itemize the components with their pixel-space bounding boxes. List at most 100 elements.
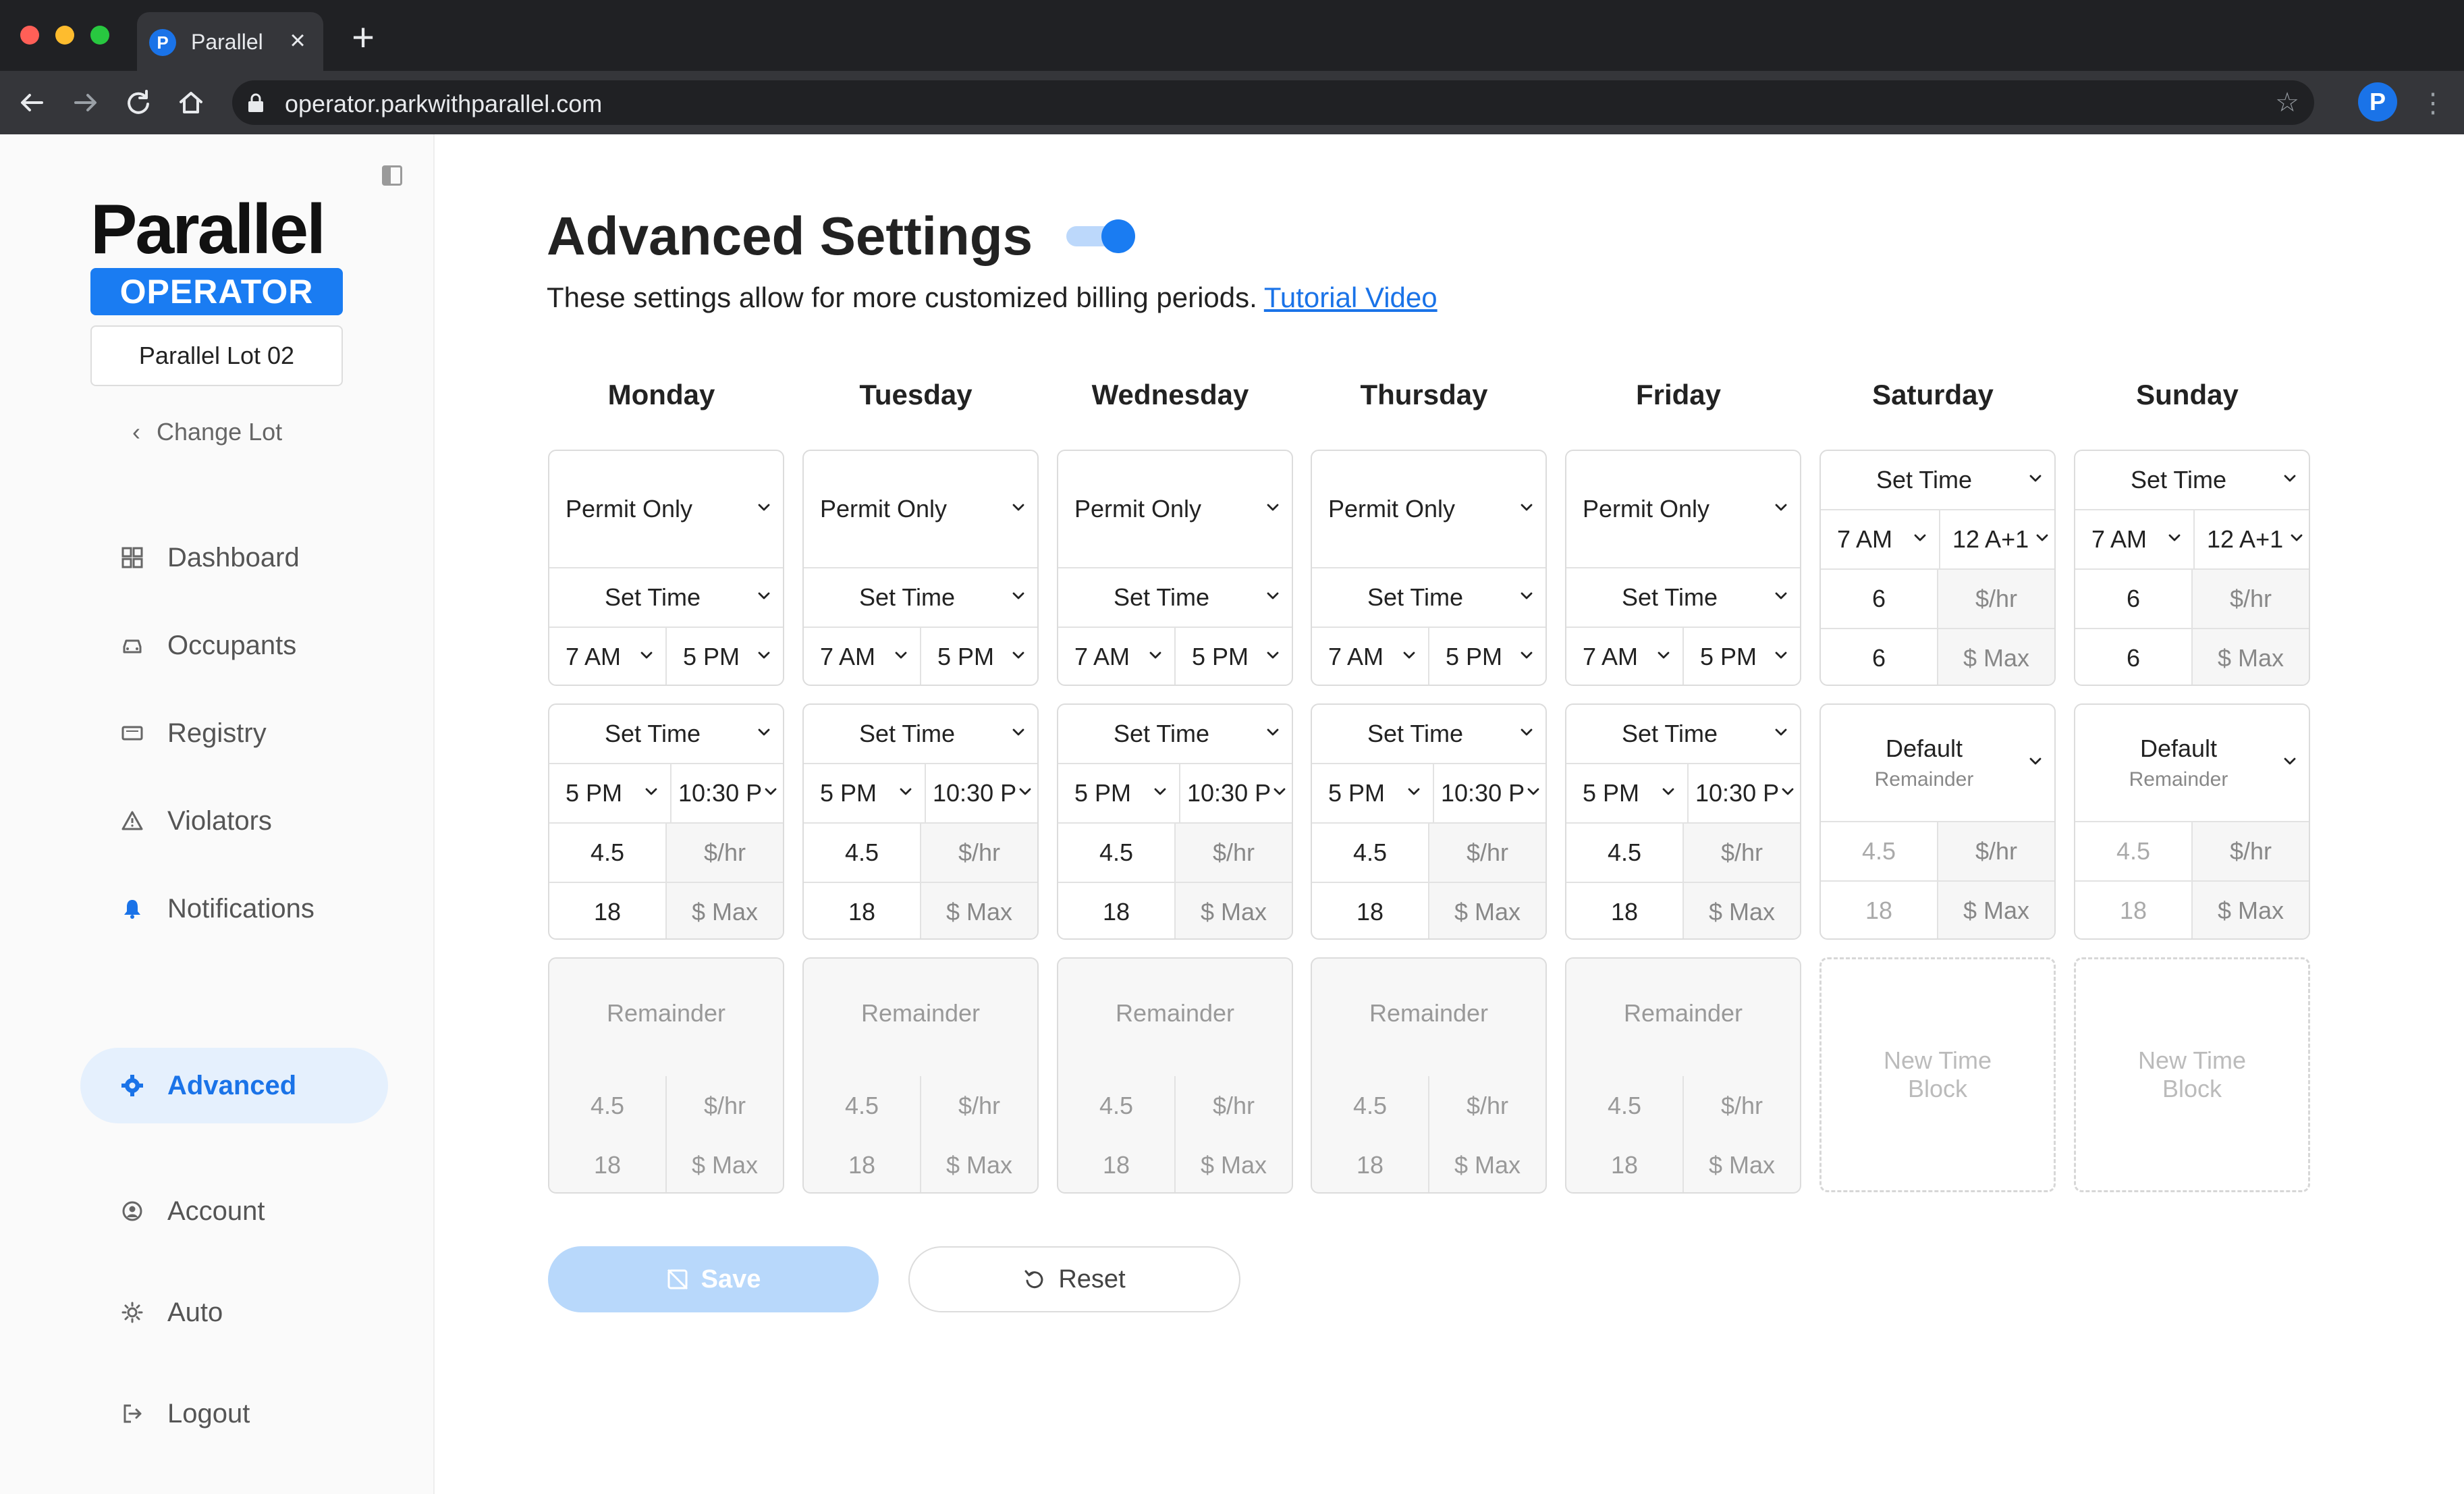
mode-select[interactable]: Permit Only xyxy=(549,451,783,567)
new-time-block-button-day-6[interactable]: New Time Block xyxy=(1819,957,2056,1192)
new-tab-button[interactable]: + xyxy=(346,18,381,57)
start-time-select[interactable]: 5 PM xyxy=(804,764,925,822)
max-input[interactable]: 18 xyxy=(804,1136,920,1192)
browser-menu-icon[interactable]: ⋮ xyxy=(2419,84,2446,122)
end-time-select[interactable]: 10:30 P xyxy=(925,764,1037,822)
bookmark-star-icon[interactable]: ☆ xyxy=(2275,87,2299,118)
block-type-select[interactable]: Set Time xyxy=(549,568,783,626)
max-input[interactable]: 18 xyxy=(804,883,920,938)
rate-input[interactable]: 4.5 xyxy=(1821,822,1937,880)
close-tab-icon[interactable]: × xyxy=(284,27,311,54)
rate-input[interactable]: 4.5 xyxy=(1058,1076,1174,1136)
max-input[interactable]: 18 xyxy=(1821,882,1937,938)
mode-select[interactable]: Permit Only xyxy=(1058,451,1292,567)
end-time-select[interactable]: 10:30 P xyxy=(1433,764,1545,822)
reset-button[interactable]: Reset xyxy=(908,1246,1240,1312)
block-type-select[interactable]: Set Time xyxy=(549,705,783,763)
block-type-select[interactable]: Set Time xyxy=(1312,568,1545,626)
home-icon[interactable] xyxy=(174,86,208,119)
sidebar-item-advanced[interactable]: Advanced xyxy=(121,1062,296,1109)
profile-avatar[interactable]: P xyxy=(2358,82,2397,122)
new-time-block-button-day-7[interactable]: New Time Block xyxy=(2074,957,2310,1192)
start-time-select[interactable]: 5 PM xyxy=(549,764,670,822)
start-time-select[interactable]: 7 AM xyxy=(1566,628,1682,685)
max-input[interactable]: 18 xyxy=(1312,1136,1428,1192)
sidebar-item-violators[interactable]: Violators xyxy=(121,797,272,845)
rate-input[interactable]: 4.5 xyxy=(804,1076,920,1136)
max-input[interactable]: 18 xyxy=(549,1136,665,1192)
end-time-select[interactable]: 10:30 P xyxy=(670,764,783,822)
block-type-select[interactable]: Set Time xyxy=(1566,705,1800,763)
end-time-select[interactable]: 5 PM xyxy=(665,628,783,685)
save-button[interactable]: Save xyxy=(548,1246,879,1312)
sidebar-item-logout[interactable]: Logout xyxy=(121,1390,250,1437)
start-time-select[interactable]: 7 AM xyxy=(1821,510,1939,568)
end-time-select[interactable]: 10:30 P xyxy=(1179,764,1292,822)
address-bar[interactable]: operator.parkwithparallel.com ☆ xyxy=(232,80,2314,125)
sidebar-item-dashboard[interactable]: Dashboard xyxy=(121,534,300,581)
start-time-select[interactable]: 7 AM xyxy=(549,628,665,685)
max-input[interactable]: 18 xyxy=(1058,1136,1174,1192)
rate-input[interactable]: 4.5 xyxy=(549,824,665,882)
max-input[interactable]: 6 xyxy=(2075,629,2191,685)
start-time-select[interactable]: 7 AM xyxy=(2075,510,2193,568)
end-time-select[interactable]: 5 PM xyxy=(920,628,1037,685)
browser-tab[interactable]: P Parallel × xyxy=(137,12,323,71)
maximize-window-button[interactable] xyxy=(90,26,109,45)
end-time-select[interactable]: 5 PM xyxy=(1428,628,1545,685)
max-input[interactable]: 18 xyxy=(549,883,665,938)
max-input[interactable]: 18 xyxy=(2075,882,2191,938)
mode-select[interactable]: Permit Only xyxy=(1566,451,1800,567)
collapse-sidebar-icon[interactable] xyxy=(382,165,402,186)
sidebar-item-occupants[interactable]: Occupants xyxy=(121,622,296,669)
block-type-select[interactable]: Set Time xyxy=(1821,451,2054,509)
rate-input[interactable]: 4.5 xyxy=(804,824,920,882)
rate-input[interactable]: 6 xyxy=(1821,570,1937,628)
start-time-select[interactable]: 5 PM xyxy=(1312,764,1433,822)
block-type-select[interactable]: Set Time xyxy=(1058,568,1292,626)
back-arrow-icon[interactable] xyxy=(15,86,49,119)
block-type-select[interactable]: Set Time xyxy=(2075,451,2309,509)
max-input[interactable]: 18 xyxy=(1058,883,1174,938)
start-time-select[interactable]: 7 AM xyxy=(804,628,920,685)
max-input[interactable]: 18 xyxy=(1566,1136,1682,1192)
minimize-window-button[interactable] xyxy=(55,26,74,45)
advanced-settings-toggle[interactable] xyxy=(1066,219,1135,253)
block-type-select[interactable]: Set Time xyxy=(804,705,1037,763)
block-type-select[interactable]: Default Remainder xyxy=(2075,705,2309,821)
max-input[interactable]: 6 xyxy=(1821,629,1937,685)
mode-select[interactable]: Permit Only xyxy=(1312,451,1545,567)
rate-input[interactable]: 4.5 xyxy=(1566,824,1682,882)
rate-input[interactable]: 4.5 xyxy=(1058,824,1174,882)
sidebar-item-auto[interactable]: Auto xyxy=(121,1289,223,1336)
rate-input[interactable]: 6 xyxy=(2075,570,2191,628)
block-type-select[interactable]: Set Time xyxy=(1312,705,1545,763)
end-time-select[interactable]: 5 PM xyxy=(1682,628,1800,685)
rate-input[interactable]: 4.5 xyxy=(1312,824,1428,882)
block-type-select[interactable]: Default Remainder xyxy=(1821,705,2054,821)
sidebar-item-registry[interactable]: Registry xyxy=(121,710,267,757)
start-time-select[interactable]: 5 PM xyxy=(1058,764,1179,822)
block-type-select[interactable]: Set Time xyxy=(1058,705,1292,763)
block-type-select[interactable]: Set Time xyxy=(804,568,1037,626)
rate-input[interactable]: 4.5 xyxy=(549,1076,665,1136)
start-time-select[interactable]: 5 PM xyxy=(1566,764,1687,822)
sidebar-item-notifications[interactable]: Notifications xyxy=(121,885,314,932)
end-time-select[interactable]: 12 A+1 xyxy=(1939,510,2054,568)
start-time-select[interactable]: 7 AM xyxy=(1058,628,1174,685)
rate-input[interactable]: 4.5 xyxy=(2075,822,2191,880)
reload-icon[interactable] xyxy=(121,86,155,119)
close-window-button[interactable] xyxy=(20,26,39,45)
forward-arrow-icon[interactable] xyxy=(69,86,103,119)
change-lot-link[interactable]: ‹ Change Lot xyxy=(132,418,282,446)
end-time-select[interactable]: 12 A+1 xyxy=(2193,510,2309,568)
max-input[interactable]: 18 xyxy=(1312,883,1428,938)
mode-select[interactable]: Permit Only xyxy=(804,451,1037,567)
start-time-select[interactable]: 7 AM xyxy=(1312,628,1428,685)
tutorial-video-link[interactable]: Tutorial Video xyxy=(1264,282,1438,313)
block-type-select[interactable]: Set Time xyxy=(1566,568,1800,626)
end-time-select[interactable]: 5 PM xyxy=(1174,628,1292,685)
rate-input[interactable]: 4.5 xyxy=(1566,1076,1682,1136)
rate-input[interactable]: 4.5 xyxy=(1312,1076,1428,1136)
max-input[interactable]: 18 xyxy=(1566,883,1682,938)
